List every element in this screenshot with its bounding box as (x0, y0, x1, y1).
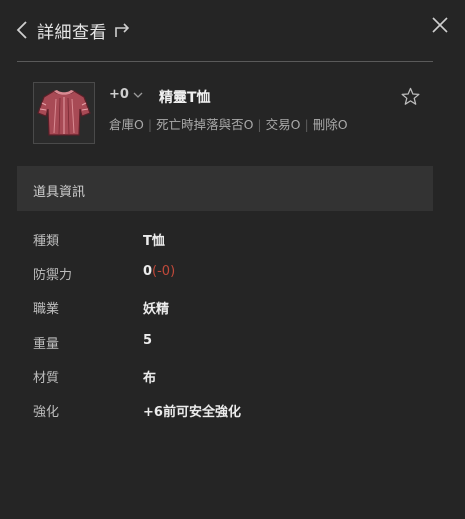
item-info-table: 種類 T恤 防禦力 0(-0) 職業 妖精 重量 5 材質 布 強化 +6前可安… (33, 230, 413, 435)
info-value: +6前可安全強化 (143, 404, 241, 420)
info-value: 5 (143, 332, 153, 348)
info-row-enhance: 強化 +6前可安全強化 (33, 401, 413, 435)
item-name: 精靈T恤 (159, 90, 211, 106)
share-icon[interactable] (114, 21, 132, 39)
star-icon[interactable] (401, 87, 420, 106)
info-label: 防禦力 (33, 268, 73, 284)
chevron-left-icon[interactable] (14, 20, 30, 40)
info-row-type: 種類 T恤 (33, 230, 413, 264)
info-value: 妖精 (143, 302, 170, 318)
info-value: 布 (143, 370, 157, 386)
defense-value: 0 (143, 264, 153, 280)
header: 詳細查看 (0, 0, 465, 62)
section-title: 道具資訊 (33, 185, 86, 200)
item-card: +0 精靈T恤 倉庫O | 死亡時掉落與否O | 交易O | 刪除O (0, 62, 465, 166)
close-icon[interactable] (431, 16, 449, 34)
info-row-material: 材質 布 (33, 367, 413, 401)
property-trade: 交易O (265, 117, 301, 132)
info-value: T恤 (143, 234, 165, 249)
enchant-level: +0 (109, 87, 129, 102)
defense-delta: (-0) (152, 264, 176, 280)
item-thumbnail (33, 82, 95, 144)
chevron-down-icon[interactable] (133, 91, 143, 99)
property-delete: 刪除O (312, 117, 348, 132)
property-separator: | (147, 117, 153, 132)
shirt-icon (37, 90, 91, 136)
property-separator: | (257, 117, 262, 132)
info-row-defense: 防禦力 0(-0) (33, 264, 413, 298)
info-label: 重量 (33, 336, 60, 352)
property-storage: 倉庫O (109, 117, 144, 132)
info-value-defense: 0(-0) (143, 264, 175, 279)
property-drop-on-death: 死亡時掉落與否O (156, 117, 254, 132)
item-properties: 倉庫O | 死亡時掉落與否O | 交易O | 刪除O (109, 114, 348, 133)
info-row-class: 職業 妖精 (33, 298, 413, 332)
info-label: 職業 (33, 302, 60, 318)
section-header: 道具資訊 (17, 166, 433, 211)
property-separator: | (304, 117, 309, 132)
page-title: 詳細查看 (37, 23, 107, 43)
info-label: 強化 (33, 404, 60, 420)
info-label: 種類 (33, 234, 60, 249)
info-row-weight: 重量 5 (33, 333, 413, 367)
info-label: 材質 (33, 370, 60, 386)
